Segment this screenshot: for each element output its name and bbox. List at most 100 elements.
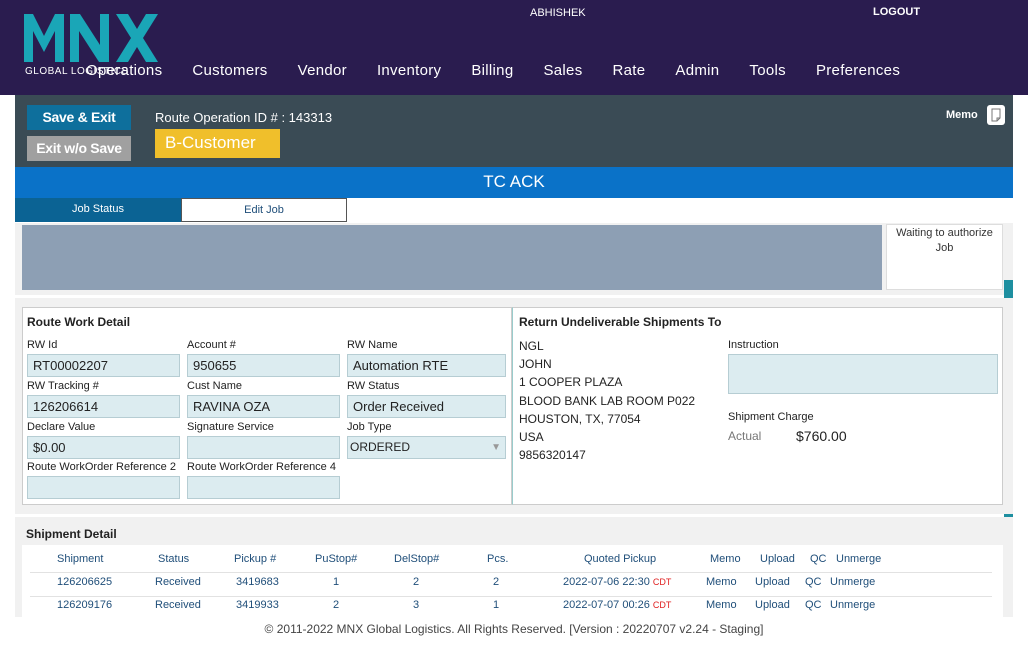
quoted-pickup-time: 2022-07-06 22:30 xyxy=(563,576,650,588)
row-divider xyxy=(30,572,992,573)
memo-link[interactable]: Memo xyxy=(706,599,737,611)
menu-vendor[interactable]: Vendor xyxy=(298,62,347,79)
menu-preferences[interactable]: Preferences xyxy=(816,62,900,79)
memo-label: Memo xyxy=(946,109,978,121)
status-map-area xyxy=(22,225,882,290)
exit-without-save-button[interactable]: Exit w/o Save xyxy=(27,136,131,161)
return-country: USA xyxy=(519,430,544,444)
col-qc: QC xyxy=(810,553,827,565)
declare-value-label: Declare Value xyxy=(27,421,96,433)
col-quoted-pickup: Quoted Pickup xyxy=(584,553,657,565)
quoted-pickup-time: 2022-07-07 00:26 xyxy=(563,599,650,611)
memo-link[interactable]: Memo xyxy=(706,576,737,588)
status-message: Waiting to authorize Job xyxy=(886,224,1003,290)
menu-customers[interactable]: Customers xyxy=(192,62,267,79)
menu-admin[interactable]: Admin xyxy=(675,62,719,79)
quoted-pickup: 2022-07-06 22:30 CDT xyxy=(563,576,671,588)
upload-link[interactable]: Upload xyxy=(755,576,790,588)
cust-name-field[interactable]: RAVINA OZA xyxy=(187,395,340,418)
job-type-label: Job Type xyxy=(347,421,392,433)
actual-label: Actual xyxy=(728,429,762,443)
signature-service-label: Signature Service xyxy=(187,421,274,433)
rw-status-label: RW Status xyxy=(347,380,400,392)
tab-job-status[interactable]: Job Status xyxy=(15,198,181,222)
unmerge-link[interactable]: Unmerge xyxy=(830,599,875,611)
col-shipment: Shipment xyxy=(57,553,104,565)
mnx-logo[interactable] xyxy=(24,14,160,69)
rw-tracking-label: RW Tracking # xyxy=(27,380,99,392)
rw-tracking-field[interactable]: 126206614 xyxy=(27,395,180,418)
rw-name-label: RW Name xyxy=(347,339,398,351)
delstop: 3 xyxy=(413,599,420,611)
username: ABHISHEK xyxy=(530,7,586,19)
col-pcs: Pcs. xyxy=(487,553,509,565)
return-address-1: 1 COOPER PLAZA xyxy=(519,375,623,389)
declare-value-field[interactable]: $0.00 xyxy=(27,436,180,459)
menu-rate[interactable]: Rate xyxy=(613,62,646,79)
tab-edit-job[interactable]: Edit Job xyxy=(181,198,347,222)
col-delstop: DelStop# xyxy=(394,553,440,565)
col-unmerge: Unmerge xyxy=(836,553,882,565)
menu-operations[interactable]: Operations xyxy=(86,62,162,79)
logout-link[interactable]: LOGOUT xyxy=(873,6,920,18)
col-memo: Memo xyxy=(710,553,741,565)
instruction-field[interactable] xyxy=(728,354,998,394)
shipment-detail-title: Shipment Detail xyxy=(26,527,117,541)
save-exit-button[interactable]: Save & Exit xyxy=(27,105,131,130)
rw-id-field[interactable]: RT00002207 xyxy=(27,354,180,377)
customer-type-badge: B-Customer xyxy=(155,129,280,158)
shipment-status: Received xyxy=(155,599,201,611)
ref4-label: Route WorkOrder Reference 4 xyxy=(187,461,336,473)
shipment-charge-label: Shipment Charge xyxy=(728,411,814,423)
ref2-label: Route WorkOrder Reference 2 xyxy=(27,461,176,473)
return-city: HOUSTON, TX, 77054 xyxy=(519,412,641,426)
return-contact: JOHN xyxy=(519,357,552,371)
route-operation-id: Route Operation ID # : 143313 xyxy=(155,110,333,125)
shipment-link[interactable]: 126206625 xyxy=(57,576,112,588)
timezone: CDT xyxy=(652,577,672,587)
pustop: 2 xyxy=(333,599,340,611)
memo-icon[interactable] xyxy=(987,105,1005,125)
job-type-select[interactable]: ORDERED ▼ xyxy=(347,436,506,459)
chevron-down-icon: ▼ xyxy=(491,442,501,453)
quoted-pickup: 2022-07-07 00:26 CDT xyxy=(563,599,671,611)
ref4-field[interactable] xyxy=(187,476,340,499)
footer-copyright: © 2011-2022 MNX Global Logistics. All Ri… xyxy=(264,622,764,636)
pustop: 1 xyxy=(333,576,340,588)
menu-tools[interactable]: Tools xyxy=(749,62,786,79)
menu-inventory[interactable]: Inventory xyxy=(377,62,441,79)
menu-billing[interactable]: Billing xyxy=(471,62,513,79)
job-status-banner: TC ACK xyxy=(15,167,1013,198)
col-pickup: Pickup # xyxy=(234,553,277,565)
job-type-value: ORDERED xyxy=(350,440,411,454)
shipment-status: Received xyxy=(155,576,201,588)
ref2-field[interactable] xyxy=(27,476,180,499)
account-field[interactable]: 950655 xyxy=(187,354,340,377)
pcs: 1 xyxy=(493,599,500,611)
shipment-link[interactable]: 126209176 xyxy=(57,599,112,611)
actual-charge: $760.00 xyxy=(796,428,847,444)
col-status: Status xyxy=(158,553,190,565)
account-label: Account # xyxy=(187,339,236,351)
cust-name-label: Cust Name xyxy=(187,380,243,392)
qc-link[interactable]: QC xyxy=(805,576,822,588)
timezone: CDT xyxy=(652,600,672,610)
signature-service-field[interactable] xyxy=(187,436,340,459)
pickup-number: 3419683 xyxy=(236,576,279,588)
rw-status-field[interactable]: Order Received xyxy=(347,395,506,418)
return-address-2: BLOOD BANK LAB ROOM P022 xyxy=(519,394,696,408)
main-menu: Operations Customers Vendor Inventory Bi… xyxy=(86,62,930,79)
pcs: 2 xyxy=(493,576,500,588)
menu-sales[interactable]: Sales xyxy=(543,62,582,79)
unmerge-link[interactable]: Unmerge xyxy=(830,576,875,588)
col-pustop: PuStop# xyxy=(315,553,358,565)
rw-name-field[interactable]: Automation RTE xyxy=(347,354,506,377)
upload-link[interactable]: Upload xyxy=(755,599,790,611)
pickup-number: 3419933 xyxy=(236,599,279,611)
route-work-detail-title: Route Work Detail xyxy=(27,315,131,329)
return-company: NGL xyxy=(519,339,544,353)
return-phone: 9856320147 xyxy=(519,448,586,462)
rw-id-label: RW Id xyxy=(27,339,58,351)
qc-link[interactable]: QC xyxy=(805,599,822,611)
col-upload: Upload xyxy=(760,553,795,565)
